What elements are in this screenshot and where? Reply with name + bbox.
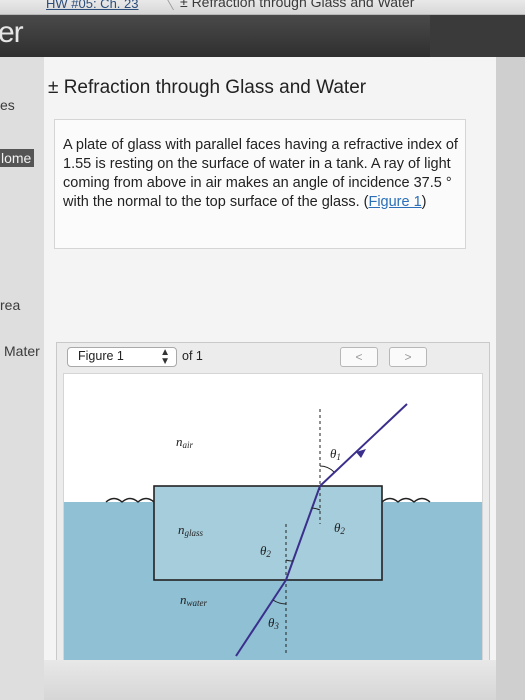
sidebar-item-1[interactable]: es bbox=[0, 97, 15, 113]
breadcrumb-current: ± Refraction through Glass and Water bbox=[180, 0, 415, 10]
figure-canvas: nair nglass nwater θ1 θ2 θ2 θ3 bbox=[63, 373, 483, 665]
sidebar-item-2[interactable]: lome bbox=[0, 149, 35, 167]
problem-statement: A plate of glass with parallel faces hav… bbox=[63, 136, 459, 212]
sidebar-item-4[interactable]: Mater bbox=[4, 343, 40, 359]
sidebar: es lome rea Mater bbox=[0, 57, 44, 700]
next-figure-button[interactable]: > bbox=[389, 347, 427, 367]
main-content: ± Refraction through Glass and Water A p… bbox=[44, 57, 496, 700]
breadcrumb-bar: HW #05: Ch. 23 ± Refraction through Glas… bbox=[0, 0, 525, 15]
problem-title: ± Refraction through Glass and Water bbox=[48, 77, 367, 98]
figure-count-label: of 1 bbox=[182, 349, 203, 363]
previous-figure-button[interactable]: < bbox=[340, 347, 378, 367]
figure-panel: Figure 1 ▲ ▼ of 1 < > nair nglass nwater… bbox=[56, 342, 490, 700]
problem-statement-box: A plate of glass with parallel faces hav… bbox=[54, 119, 466, 249]
incident-ray bbox=[319, 403, 408, 487]
figure-select[interactable]: Figure 1 ▲ ▼ bbox=[67, 347, 177, 367]
right-gutter bbox=[496, 57, 525, 700]
sidebar-item-3[interactable]: rea bbox=[0, 297, 20, 313]
theta1-label: θ1 bbox=[330, 446, 341, 462]
figure-count: of 1 bbox=[179, 349, 203, 363]
water-surface-right bbox=[381, 497, 431, 503]
breadcrumb-homework-link[interactable]: HW #05: Ch. 23 bbox=[46, 0, 139, 11]
problem-text-end: ) bbox=[421, 194, 427, 210]
header-band-accent bbox=[430, 15, 525, 57]
figure-select-value: Figure 1 bbox=[78, 349, 124, 363]
figure-1-link[interactable]: Figure 1 bbox=[368, 194, 421, 210]
n-air-label: nair bbox=[176, 434, 194, 450]
breadcrumb-separator bbox=[158, 0, 175, 10]
updown-chevron-icon: ▲ ▼ bbox=[160, 347, 170, 367]
theta1-arc bbox=[319, 465, 335, 473]
bottom-shadow bbox=[44, 660, 496, 700]
water-surface-left bbox=[105, 497, 155, 503]
header-band-title: er bbox=[0, 16, 24, 49]
screen: HW #05: Ch. 23 ± Refraction through Glas… bbox=[0, 0, 525, 700]
refraction-diagram: nair nglass nwater θ1 θ2 θ2 θ3 bbox=[64, 403, 482, 664]
